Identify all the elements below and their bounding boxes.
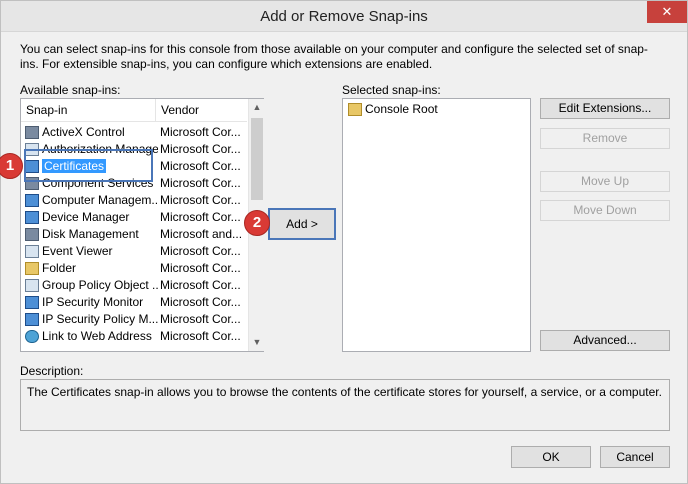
callout-highlight-certificates bbox=[24, 149, 153, 182]
snapin-vendor: Microsoft Cor... bbox=[160, 176, 241, 190]
console-root-label: Console Root bbox=[365, 102, 438, 116]
ip-security-monitor-icon bbox=[25, 296, 39, 309]
close-button[interactable]: ✕ bbox=[647, 1, 687, 23]
move-down-button[interactable]: Move Down bbox=[540, 200, 670, 221]
list-item[interactable]: Link to Web Address Microsoft Cor... bbox=[21, 328, 247, 345]
list-header: Snap-in Vendor bbox=[21, 99, 247, 122]
snapin-vendor: Microsoft Cor... bbox=[160, 142, 241, 156]
folder-icon bbox=[25, 262, 39, 275]
scroll-up-icon[interactable]: ▲ bbox=[249, 99, 265, 116]
snapin-vendor: Microsoft Cor... bbox=[160, 210, 241, 224]
description-label: Description: bbox=[20, 364, 84, 378]
selected-snapins-label: Selected snap-ins: bbox=[342, 83, 441, 97]
description-text: The Certificates snap-in allows you to b… bbox=[27, 385, 662, 399]
disk-management-icon bbox=[25, 228, 39, 241]
snapin-name: ActiveX Control bbox=[42, 125, 125, 139]
list-item[interactable]: ActiveX Control Microsoft Cor... bbox=[21, 124, 247, 141]
callout-badge-2: 2 bbox=[244, 210, 270, 236]
cancel-button[interactable]: Cancel bbox=[600, 446, 670, 468]
group-policy-icon bbox=[25, 279, 39, 292]
list-item[interactable]: IP Security Policy M... Microsoft Cor... bbox=[21, 311, 247, 328]
scroll-thumb[interactable] bbox=[251, 118, 263, 200]
add-button[interactable]: Add > bbox=[268, 208, 336, 240]
snapin-name: IP Security Policy M... bbox=[42, 312, 158, 326]
snapin-vendor: Microsoft Cor... bbox=[160, 159, 241, 173]
snapin-name: Computer Managem... bbox=[42, 193, 158, 207]
snapin-vendor: Microsoft Cor... bbox=[160, 278, 241, 292]
snapin-vendor: Microsoft Cor... bbox=[160, 193, 241, 207]
snapin-name: IP Security Monitor bbox=[42, 295, 144, 309]
snapin-vendor: Microsoft Cor... bbox=[160, 329, 241, 343]
remove-button[interactable]: Remove bbox=[540, 128, 670, 149]
snapin-name: Link to Web Address bbox=[42, 329, 152, 343]
list-item[interactable]: Computer Managem... Microsoft Cor... bbox=[21, 192, 247, 209]
folder-icon bbox=[348, 103, 362, 116]
advanced-button[interactable]: Advanced... bbox=[540, 330, 670, 351]
move-up-button[interactable]: Move Up bbox=[540, 171, 670, 192]
computer-management-icon bbox=[25, 194, 39, 207]
list-item[interactable]: IP Security Monitor Microsoft Cor... bbox=[21, 294, 247, 311]
scroll-down-icon[interactable]: ▼ bbox=[249, 334, 265, 351]
event-viewer-icon bbox=[25, 245, 39, 258]
snapin-vendor: Microsoft and... bbox=[160, 227, 243, 241]
list-item[interactable]: Folder Microsoft Cor... bbox=[21, 260, 247, 277]
window-title: Add or Remove Snap-ins bbox=[260, 8, 428, 25]
add-remove-snapins-dialog: Add or Remove Snap-ins ✕ You can select … bbox=[0, 0, 688, 484]
snapin-vendor: Microsoft Cor... bbox=[160, 125, 241, 139]
available-snapins-list[interactable]: Snap-in Vendor ActiveX Control Microsoft… bbox=[20, 98, 264, 352]
snapin-name: Disk Management bbox=[42, 227, 139, 241]
snapin-name: Device Manager bbox=[42, 210, 130, 224]
snapin-vendor: Microsoft Cor... bbox=[160, 312, 241, 326]
snapin-vendor: Microsoft Cor... bbox=[160, 295, 241, 309]
list-item[interactable]: Console Root bbox=[343, 101, 528, 118]
intro-text: You can select snap-ins for this console… bbox=[20, 42, 648, 71]
list-item[interactable]: Group Policy Object ... Microsoft Cor... bbox=[21, 277, 247, 294]
edit-extensions-button[interactable]: Edit Extensions... bbox=[540, 98, 670, 119]
snapin-vendor: Microsoft Cor... bbox=[160, 261, 241, 275]
title-bar: Add or Remove Snap-ins ✕ bbox=[1, 1, 687, 32]
snapin-name: Event Viewer bbox=[42, 244, 113, 258]
ip-security-policy-icon bbox=[25, 313, 39, 326]
column-header-vendor[interactable]: Vendor bbox=[156, 99, 247, 122]
snapin-name: Group Policy Object ... bbox=[42, 278, 158, 292]
ok-button[interactable]: OK bbox=[511, 446, 591, 468]
description-box: The Certificates snap-in allows you to b… bbox=[20, 379, 670, 431]
snapin-vendor: Microsoft Cor... bbox=[160, 244, 241, 258]
link-to-web-address-icon bbox=[25, 330, 39, 343]
snapin-name: Folder bbox=[42, 261, 77, 275]
list-item[interactable]: Disk Management Microsoft and... bbox=[21, 226, 247, 243]
column-header-snapin[interactable]: Snap-in bbox=[21, 99, 156, 122]
selected-snapins-list[interactable]: Console Root bbox=[342, 98, 531, 352]
list-item[interactable]: Device Manager Microsoft Cor... bbox=[21, 209, 247, 226]
available-snapins-label: Available snap-ins: bbox=[20, 83, 121, 97]
device-manager-icon bbox=[25, 211, 39, 224]
activex-icon bbox=[25, 126, 39, 139]
list-item[interactable]: Event Viewer Microsoft Cor... bbox=[21, 243, 247, 260]
